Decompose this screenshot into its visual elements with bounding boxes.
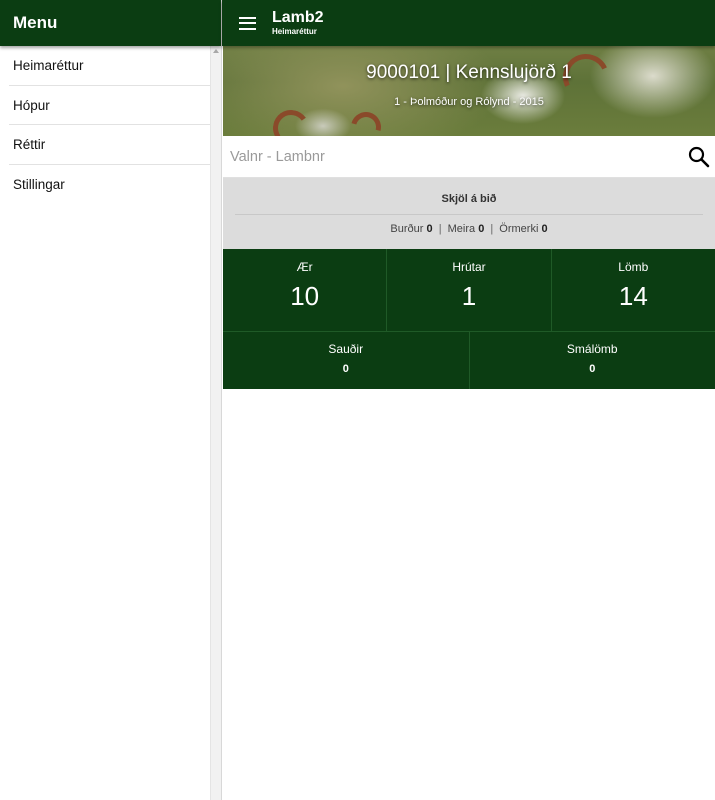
drawer-menu: Heimaréttur Hópur Réttir Stillingar [0,46,210,204]
stat-hrutar[interactable]: Hrútar 1 [386,249,550,331]
stat-lomb[interactable]: Lömb 14 [550,249,715,331]
farm-subtitle: 1 - Þolmóður og Rólynd - 2015 [394,96,544,108]
stat-value: 14 [618,281,648,311]
scroll-up-arrow-icon[interactable] [213,49,219,53]
search-input[interactable] [223,136,683,177]
drawer-scrollbar[interactable] [210,46,221,800]
separator: | [438,223,442,235]
farm-banner: 9000101 | Kennslujörð 1 1 - Þolmóður og … [223,46,715,136]
pending-documents-panel: Skjöl á bið Burður 0 | Meira 0 | Örmerki… [223,178,715,249]
pending-label-burdur: Burður [390,223,424,235]
pending-value-burdur: 0 [426,223,433,235]
drawer-item-stillingar[interactable]: Stillingar [0,165,210,205]
search-icon[interactable] [683,137,715,177]
drawer-item-label: Hópur [13,97,50,113]
drawer-item-label: Stillingar [13,176,65,192]
stat-label: Lömb [618,260,649,274]
stat-label: Hrútar [452,260,486,274]
stat-label: Ær [296,260,313,274]
app-title: Lamb2 [272,9,324,26]
stat-smalomb[interactable]: Smálömb 0 [468,332,715,389]
pending-value-ormerki: 0 [541,223,548,235]
stat-value: 0 [589,363,596,375]
stat-label: Smálömb [566,342,618,356]
stats-primary: Ær 10 Hrútar 1 Lömb 14 [223,249,715,331]
hamburger-icon[interactable] [222,0,272,46]
separator: | [490,223,494,235]
drawer-item-heimarettur[interactable]: Heimaréttur [0,46,210,86]
pending-documents-counts: Burður 0 | Meira 0 | Örmerki 0 [223,223,715,235]
pending-value-meira: 0 [478,223,485,235]
stat-value: 10 [290,281,320,311]
app-root: Menu Heimaréttur Hópur Réttir Stillingar… [0,0,715,800]
divider [235,214,703,215]
stats-secondary: Sauðir 0 Smálömb 0 [223,331,715,389]
pending-label-meira: Meira [447,223,476,235]
stat-saudir[interactable]: Sauðir 0 [223,332,469,389]
drawer-item-label: Heimaréttur [13,58,84,74]
app-bar: Lamb2 Heimaréttur [222,0,715,46]
app-title-group: Lamb2 Heimaréttur [272,9,324,37]
search-bar [223,136,715,178]
stat-label: Sauðir [328,342,364,356]
stat-value: 1 [461,281,477,311]
drawer-item-hopur[interactable]: Hópur [0,86,210,126]
pending-label-ormerki: Örmerki [499,223,539,235]
app-subtitle: Heimaréttur [272,27,317,36]
drawer-title: Menu [0,0,221,46]
nav-drawer: Menu Heimaréttur Hópur Réttir Stillingar [0,0,222,800]
drawer-item-rettir[interactable]: Réttir [0,125,210,165]
banner-photo-decoration [345,106,387,136]
farm-title: 9000101 | Kennslujörð 1 [366,62,572,83]
stat-aer[interactable]: Ær 10 [223,249,386,331]
banner-photo-decoration [270,107,312,136]
pending-documents-title: Skjöl á bið [441,193,497,205]
stat-value: 0 [342,363,349,375]
drawer-item-label: Réttir [13,137,46,153]
